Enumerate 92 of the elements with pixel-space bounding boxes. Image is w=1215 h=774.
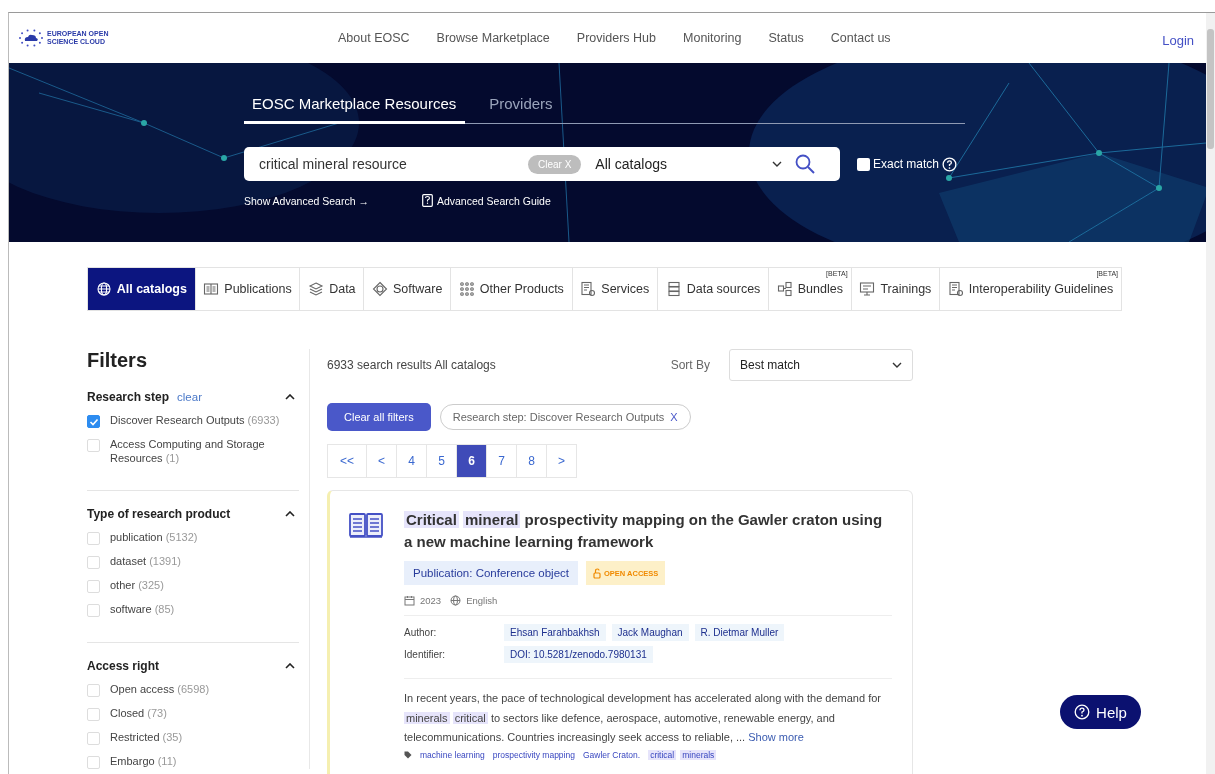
document-icon (947, 281, 964, 297)
search-guide-link[interactable]: Advanced Search Guide (436, 194, 551, 207)
advanced-search-link[interactable]: Show Advanced Search → (244, 194, 369, 207)
filter-option-label[interactable]: Embargo (11) (110, 754, 177, 768)
help-book-icon[interactable] (421, 194, 433, 207)
filter-option-label[interactable]: Access Computing and Storage Resources (1) (110, 437, 299, 465)
nav-link[interactable]: Browse Marketplace (436, 31, 550, 45)
help-icon (1074, 704, 1091, 720)
field-value-link[interactable]: R. Dietmar Muller (694, 624, 785, 641)
checkbox[interactable] (87, 415, 100, 428)
filter-option-label[interactable]: dataset (1391) (110, 554, 181, 568)
filter-option-label[interactable]: publication (5132) (110, 530, 198, 544)
filters-heading: Filters (87, 349, 149, 372)
catalog-tab[interactable]: Services (572, 268, 658, 310)
catalog-select[interactable]: All catalogs (595, 156, 771, 172)
language-text: English (466, 595, 498, 606)
search-tab[interactable]: EOSC Marketplace Resources (244, 93, 466, 124)
help-button[interactable]: Help (1060, 695, 1141, 729)
search-tab[interactable]: Providers (481, 93, 562, 124)
calendar-icon (404, 595, 415, 606)
filter-option-label[interactable]: Discover Research Outputs (6933) (110, 413, 280, 427)
chevron-down-icon[interactable] (772, 161, 783, 167)
page-button[interactable]: 7 (487, 445, 517, 477)
globe-icon (95, 281, 112, 297)
catalog-tab[interactable]: Other Products (451, 268, 573, 310)
globe-icon (450, 595, 462, 606)
filter-option-label[interactable]: Open access (6598) (110, 682, 210, 696)
chevron-up-icon[interactable] (285, 511, 295, 517)
filter-group-title: Type of research product (87, 507, 231, 521)
page-button[interactable]: 4 (397, 445, 427, 477)
tag-icon (404, 750, 412, 759)
results-count: 6933 search results All catalogs (327, 358, 496, 372)
keyword-link[interactable]: critical (648, 749, 677, 760)
catalog-tab[interactable]: Data sources (657, 268, 770, 310)
nav-link[interactable]: Providers Hub (576, 31, 657, 45)
keyword-link[interactable]: Gawler Craton. (582, 749, 641, 760)
catalog-tab[interactable]: Trainings (851, 268, 941, 310)
clear-link[interactable]: clear (177, 391, 202, 403)
field-value-link[interactable]: Ehsan Farahbakhsh (504, 624, 606, 641)
nav-link[interactable]: Status (768, 31, 804, 45)
filter-option-label[interactable]: other (325) (110, 578, 164, 592)
boxes-icon (776, 281, 793, 297)
catalog-tab[interactable]: Publications (195, 268, 301, 310)
chevron-up-icon[interactable] (285, 394, 295, 400)
clear-filters-button[interactable]: Clear all filters (327, 403, 431, 431)
nav-link[interactable]: Monitoring (683, 31, 742, 45)
page-button[interactable]: < (367, 445, 397, 477)
description-text: In recent years, the pace of technological development has accelerated along with the demand for minerals critical to sectors like defence, aerospace, automotive, renewable energy, and telecommunications. Countries increasingly seek access to reliable, ... Show more (404, 691, 882, 745)
chevron-down-icon[interactable] (892, 362, 902, 368)
exact-match-label: Exact match (873, 157, 940, 171)
search-icon[interactable] (795, 154, 816, 174)
nav-link[interactable]: About EOSC (338, 31, 410, 45)
book-icon (203, 281, 220, 297)
keyword-link[interactable]: machine learning (420, 749, 485, 760)
nav-link[interactable]: Contact us (830, 31, 891, 45)
help-icon[interactable] (942, 156, 958, 172)
server-icon (665, 281, 682, 297)
page-button[interactable]: 6 (457, 445, 487, 477)
logo-icon[interactable] (18, 28, 44, 48)
document-icon (580, 281, 597, 297)
search-field[interactable]: critical mineral resource (244, 155, 516, 173)
page-button[interactable]: 8 (517, 445, 547, 477)
login-link[interactable]: Login (1162, 28, 1194, 48)
keyword-link[interactable]: prospectivity mapping (492, 749, 575, 760)
filter-option-label[interactable]: Restricted (35) (110, 730, 183, 744)
result-title[interactable]: Critical mineral prospectivity mapping on the Gawler craton using a new machine learning framework (404, 509, 892, 553)
filter-group-title: Access right (87, 659, 160, 673)
dots-icon (458, 281, 475, 297)
filter-option-label[interactable]: software (85) (110, 602, 175, 616)
page-button[interactable]: << (328, 445, 367, 477)
page-button[interactable]: > (547, 445, 576, 477)
field-label: Author: (404, 627, 438, 638)
scrollbar[interactable] (1206, 13, 1215, 774)
type-badge: Publication: Conference object (404, 561, 578, 585)
sort-label: Sort By (670, 358, 710, 372)
show-more-link[interactable]: Show more (748, 731, 804, 743)
field-value-link[interactable]: Jack Maughan (611, 624, 689, 641)
catalog-tab[interactable]: Data (300, 268, 365, 310)
book-icon (348, 511, 384, 541)
catalog-tab[interactable]: All catalogs (88, 268, 196, 310)
layers-icon (308, 281, 325, 297)
year-text: 2023 (420, 595, 442, 606)
catalog-tab[interactable]: Software (364, 268, 452, 310)
filter-option-label[interactable]: Closed (73) (110, 706, 167, 720)
remove-filter-button[interactable]: X (670, 411, 678, 423)
filter-group-title: Research step (87, 390, 170, 404)
field-value-link[interactable]: DOI: 10.5281/zenodo.7980131 (504, 646, 653, 663)
chevron-up-icon[interactable] (285, 663, 295, 669)
monitor-icon (859, 281, 876, 297)
field-label: Identifier: (404, 649, 447, 660)
keyword-link[interactable]: minerals (680, 749, 717, 760)
sort-select[interactable]: Best match (729, 349, 913, 381)
